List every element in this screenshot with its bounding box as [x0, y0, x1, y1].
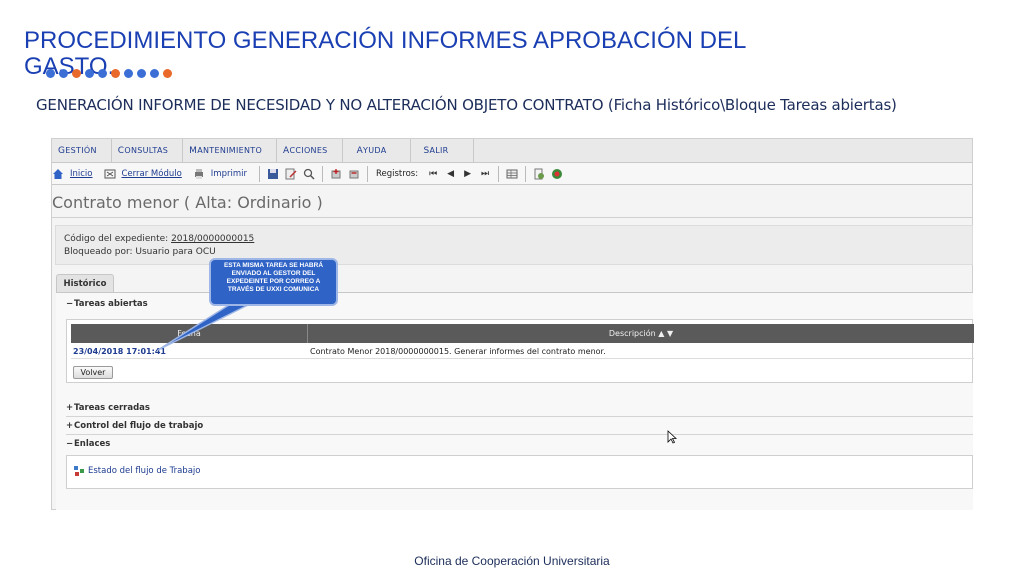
- task-description: Contrato Menor 2018/0000000015. Generar …: [310, 347, 606, 356]
- table-row[interactable]: 23/04/2018 17:01:41 Contrato Menor 2018/…: [71, 345, 974, 359]
- prev-record-icon[interactable]: ◀: [447, 168, 454, 179]
- edit-icon[interactable]: [285, 168, 297, 180]
- historico-panel: −Tareas abiertas Fecha Descripción ▲ ▼ 2…: [56, 292, 974, 510]
- globe-icon[interactable]: [551, 168, 563, 180]
- section-enlaces[interactable]: −Enlaces: [66, 439, 110, 449]
- save-icon[interactable]: [267, 168, 279, 180]
- menu-mantenimiento[interactable]: Mantenimiento: [183, 139, 278, 163]
- toolbar-divider: [321, 165, 323, 182]
- decorative-dot: [124, 68, 133, 78]
- toolbar-divider: [525, 165, 527, 182]
- delete-record-icon[interactable]: [348, 168, 360, 180]
- imprimir-link[interactable]: Imprimir: [211, 169, 247, 179]
- decorative-dot: [98, 68, 107, 78]
- decorative-dots: [46, 68, 172, 78]
- codigo-label: Código del expediente:: [64, 234, 172, 244]
- codigo-expediente-row: Código del expediente: 2018/0000000015: [64, 233, 964, 246]
- decorative-dot: [46, 68, 55, 78]
- volver-button[interactable]: Volver: [73, 366, 113, 379]
- menu-ayuda[interactable]: Ayuda: [343, 139, 412, 163]
- decorative-dot: [163, 68, 172, 78]
- app-window: Gestión Consultas Mantenimiento Acciones…: [51, 138, 974, 510]
- section-tareas-cerradas[interactable]: +Tareas cerradas: [66, 403, 150, 413]
- expediente-info: Código del expediente: 2018/0000000015 B…: [55, 225, 973, 265]
- toolbar-divider: [258, 165, 260, 182]
- printer-icon[interactable]: [193, 168, 205, 180]
- heading-divider: [52, 217, 972, 218]
- section-divider: [66, 416, 973, 417]
- toolbar: Inicio Cerrar Módulo Imprimir Registros:…: [52, 163, 972, 185]
- last-record-icon[interactable]: ⏭: [481, 168, 489, 179]
- first-record-icon[interactable]: ⏮: [429, 168, 437, 179]
- expand-icon[interactable]: +: [66, 421, 74, 431]
- expand-icon[interactable]: +: [66, 403, 74, 413]
- decorative-dot: [137, 68, 146, 78]
- add-record-icon[interactable]: [330, 168, 342, 180]
- collapse-icon[interactable]: −: [66, 439, 74, 449]
- mouse-cursor-icon: [667, 430, 677, 444]
- tareas-abiertas-table: Fecha Descripción ▲ ▼ 23/04/2018 17:01:4…: [66, 319, 974, 383]
- close-module-icon[interactable]: [104, 168, 116, 180]
- menu-bar: Gestión Consultas Mantenimiento Acciones…: [52, 139, 972, 163]
- menu-consultas[interactable]: Consultas: [112, 139, 184, 163]
- page-heading: Contrato menor ( Alta: Ordinario ): [52, 193, 323, 212]
- slide-subtitle: GENERACIÓN INFORME DE NECESIDAD Y NO ALT…: [36, 96, 897, 114]
- table-header: Fecha Descripción ▲ ▼: [71, 324, 974, 343]
- decorative-dot: [72, 68, 81, 78]
- registros-label: Registros:: [375, 168, 419, 179]
- column-descripcion[interactable]: Descripción ▲ ▼: [308, 324, 974, 343]
- task-date-link[interactable]: 23/04/2018 17:01:41: [71, 345, 308, 358]
- inicio-link[interactable]: Inicio: [70, 169, 93, 179]
- enlaces-box: Estado del flujo de Trabajo: [66, 455, 973, 489]
- collapse-icon[interactable]: −: [66, 299, 74, 309]
- toolbar-divider: [366, 165, 368, 182]
- decorative-dot: [111, 68, 120, 78]
- menu-salir[interactable]: Salir: [411, 139, 474, 163]
- footer-text: Oficina de Cooperación Universitaria: [414, 554, 610, 568]
- toolbar-divider: [498, 165, 500, 182]
- menu-gestion[interactable]: Gestión: [52, 139, 112, 163]
- menu-acciones[interactable]: Acciones: [277, 139, 343, 163]
- attachment-icon[interactable]: [533, 168, 545, 180]
- estado-flujo-link[interactable]: Estado del flujo de Trabajo: [74, 466, 200, 476]
- decorative-dot: [150, 68, 159, 78]
- section-tareas-abiertas[interactable]: −Tareas abiertas: [66, 299, 148, 309]
- column-fecha[interactable]: Fecha: [71, 324, 308, 343]
- bloqueado-por: Bloqueado por: Usuario para OCU: [64, 247, 216, 257]
- next-record-icon[interactable]: ▶: [464, 168, 471, 179]
- grid-icon[interactable]: [506, 168, 518, 180]
- workflow-icon: [74, 466, 84, 476]
- callout-note: ESTA MISMA TAREA SE HABRÁ ENVIADO AL GES…: [209, 258, 338, 306]
- codigo-value[interactable]: 2018/0000000015: [171, 234, 254, 244]
- decorative-dot: [59, 68, 68, 78]
- decorative-dot: [85, 68, 94, 78]
- section-divider: [66, 434, 973, 435]
- tab-historico[interactable]: Histórico: [56, 274, 114, 292]
- section-control-flujo[interactable]: +Control del flujo de trabajo: [66, 421, 203, 431]
- home-icon[interactable]: [52, 168, 64, 180]
- cerrar-modulo-link[interactable]: Cerrar Módulo: [122, 169, 182, 179]
- search-icon[interactable]: [303, 168, 315, 180]
